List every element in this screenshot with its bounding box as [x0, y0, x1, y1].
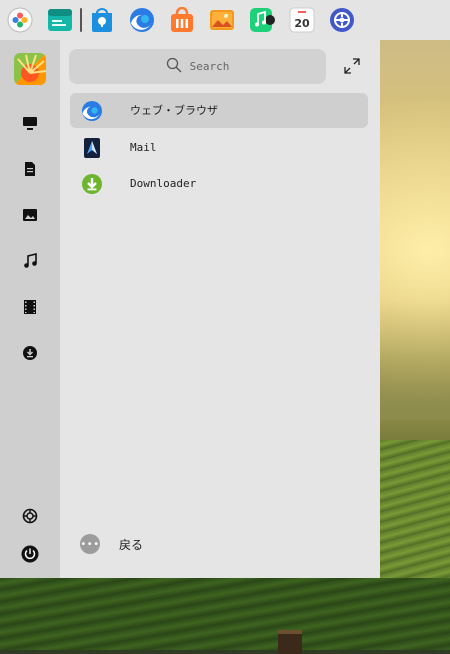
download-icon [23, 346, 37, 360]
app-label: Downloader [130, 177, 197, 190]
sidebar-item-videos[interactable] [18, 295, 42, 319]
picture-icon [23, 209, 37, 221]
mail-icon [81, 137, 103, 159]
sidebar-item-music[interactable] [18, 249, 42, 273]
document-icon [25, 162, 35, 176]
back-button[interactable]: ••• 戻る [80, 533, 143, 555]
top-dock: 20 [0, 0, 450, 40]
more-icon: ••• [80, 534, 100, 554]
sidebar-settings[interactable] [18, 504, 42, 528]
sidebar-item-documents[interactable] [18, 157, 42, 181]
downloader-icon [81, 173, 103, 195]
sidebar-power[interactable] [18, 542, 42, 566]
gear-icon [22, 508, 38, 524]
browser-icon [81, 100, 103, 122]
fullscreen-icon [344, 58, 360, 74]
launcher-panel: Search ウェブ・ブラウザ Mail Downloader ••• 戻る [60, 40, 380, 578]
search-icon [166, 57, 182, 76]
back-label: 戻る [119, 537, 144, 552]
browser-icon[interactable] [129, 7, 155, 33]
hut-in-wallpaper [278, 630, 302, 654]
sidebar-item-computer[interactable] [18, 111, 42, 135]
dock-separator [80, 8, 82, 32]
sidebar-item-pictures[interactable] [18, 203, 42, 227]
app-item-browser[interactable]: ウェブ・ブラウザ [70, 93, 368, 128]
launcher-sidebar [0, 40, 60, 578]
sidebar-item-downloads[interactable] [18, 341, 42, 365]
shopping-bag-icon[interactable] [169, 7, 195, 33]
file-manager-icon[interactable] [47, 7, 73, 33]
app-item-downloader[interactable]: Downloader [70, 166, 368, 201]
launcher-icon[interactable] [7, 7, 33, 33]
search-input[interactable]: Search [69, 49, 326, 84]
settings-icon[interactable] [329, 7, 355, 33]
expand-button[interactable] [343, 57, 361, 75]
monitor-icon [23, 117, 37, 130]
calendar-icon[interactable]: 20 [289, 7, 315, 33]
photos-icon[interactable] [209, 7, 235, 33]
search-placeholder: Search [189, 60, 230, 73]
music-icon[interactable] [249, 7, 275, 33]
app-store-icon[interactable] [89, 7, 115, 33]
user-avatar[interactable] [14, 53, 46, 85]
film-icon [24, 300, 36, 314]
music-note-icon [24, 253, 37, 268]
app-label: ウェブ・ブラウザ [130, 104, 218, 117]
calendar-day: 20 [294, 17, 310, 30]
power-icon [21, 545, 39, 563]
app-item-mail[interactable]: Mail [70, 130, 368, 165]
app-label: Mail [130, 141, 157, 154]
